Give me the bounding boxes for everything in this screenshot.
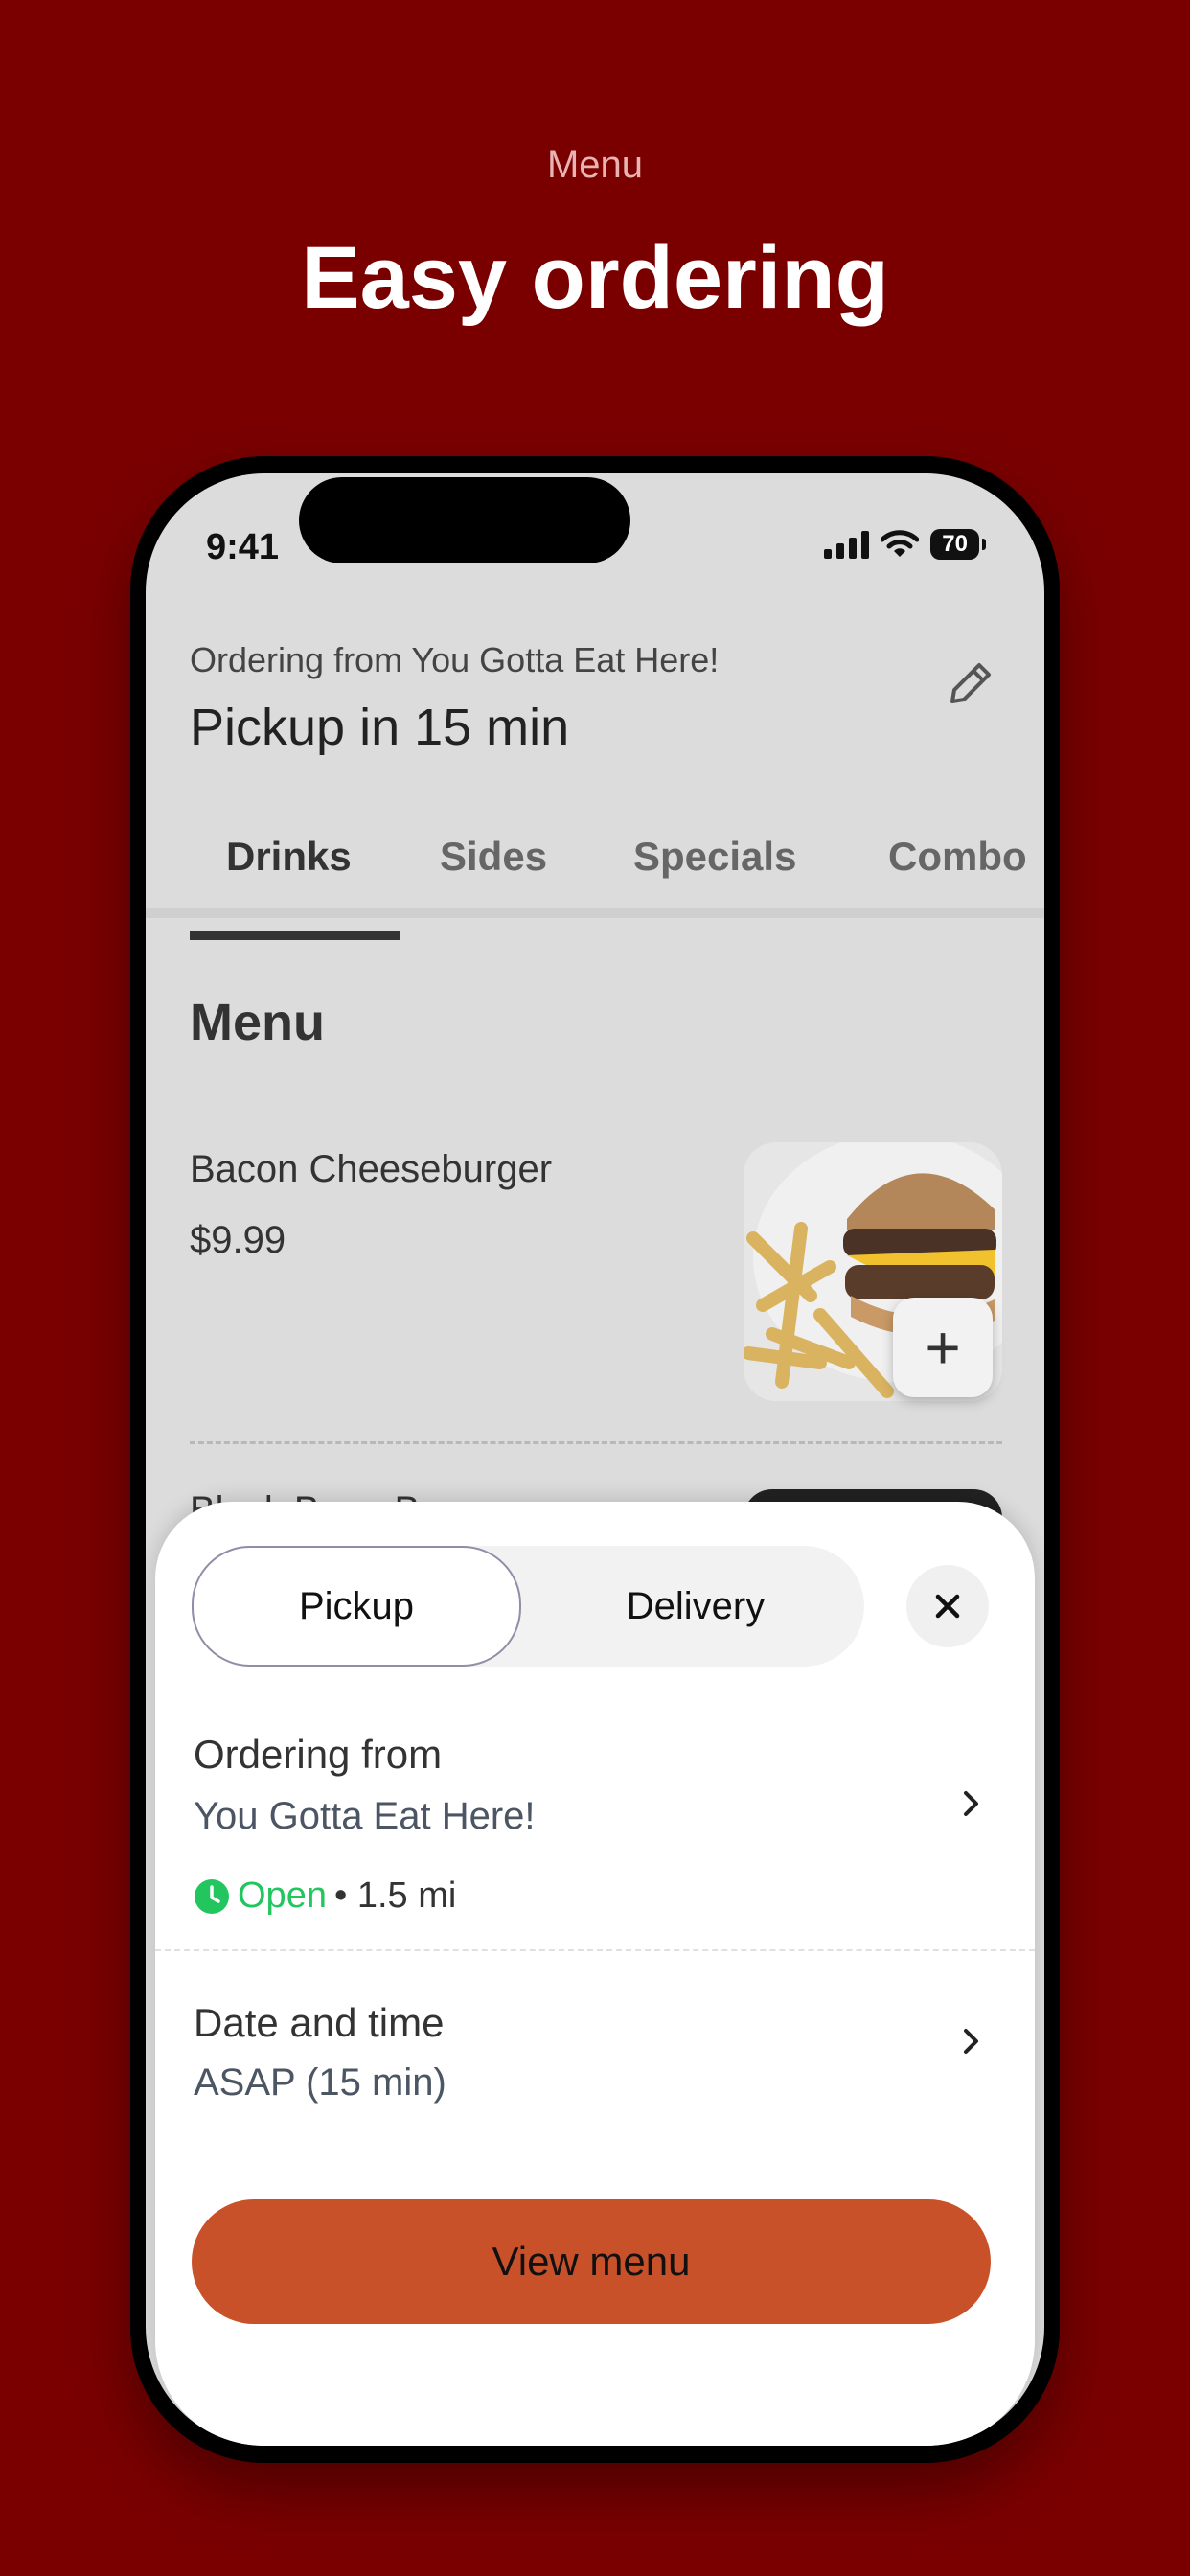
phone-frame: 9:41 70 Ordering from You Gotta Eat Here… <box>130 456 1060 2463</box>
pickup-option[interactable]: Pickup <box>192 1546 521 1667</box>
chevron-right-icon <box>964 1791 978 1816</box>
open-status: Open <box>238 1875 327 1916</box>
distance: • 1.5 mi <box>333 1875 457 1916</box>
menu-section-title: Menu <box>190 994 325 1051</box>
active-tab-indicator <box>190 932 400 940</box>
close-icon <box>935 1594 960 1619</box>
add-item-button[interactable]: + <box>893 1298 993 1397</box>
clock-icon <box>195 1878 229 1914</box>
view-menu-button[interactable]: View menu <box>192 2199 991 2324</box>
tab-combo[interactable]: Combo <box>888 834 1027 880</box>
location-name: You Gotta Eat Here! <box>194 1795 536 1837</box>
item-name: Bacon Cheeseburger <box>190 1148 553 1190</box>
date-time-value: ASAP (15 min) <box>194 2061 446 2104</box>
status-time: 9:41 <box>206 527 280 567</box>
plus-icon: + <box>925 1313 961 1382</box>
order-options-sheet: Pickup Delivery Ordering from You Gotta … <box>155 1502 1035 2446</box>
wifi-icon <box>881 530 920 557</box>
fulfillment-toggle: Pickup Delivery <box>192 1546 864 1667</box>
item-divider <box>190 1441 1002 1444</box>
pickup-time: Pickup in 15 min <box>190 699 570 756</box>
battery-icon: 70 <box>930 529 986 560</box>
phone-screen: 9:41 70 Ordering from You Gotta Eat Here… <box>146 473 1044 2446</box>
store-status: Open • 1.5 mi <box>194 1875 456 1917</box>
pencil-icon[interactable] <box>941 656 998 713</box>
dynamic-island <box>299 477 630 564</box>
close-button[interactable] <box>906 1565 989 1647</box>
sheet-divider <box>155 1949 1035 1951</box>
status-icons: 70 <box>824 529 986 560</box>
ordering-from-text: Ordering from You Gotta Eat Here! <box>190 640 720 679</box>
date-time-title: Date and time <box>194 2000 445 2045</box>
ordering-from-title: Ordering from <box>194 1732 443 1777</box>
item-price: $9.99 <box>190 1219 286 1261</box>
category-tabs: Drinks Sides Specials Combo <box>146 811 1044 918</box>
tab-sides[interactable]: Sides <box>440 834 547 880</box>
hero-title: Easy ordering <box>301 229 889 327</box>
tab-specials[interactable]: Specials <box>633 834 796 880</box>
signal-icon <box>824 530 870 559</box>
chevron-right-icon <box>964 2029 978 2054</box>
hero-subtitle: Menu <box>546 144 644 186</box>
delivery-option[interactable]: Delivery <box>527 1546 864 1667</box>
tab-drinks[interactable]: Drinks <box>226 834 352 880</box>
